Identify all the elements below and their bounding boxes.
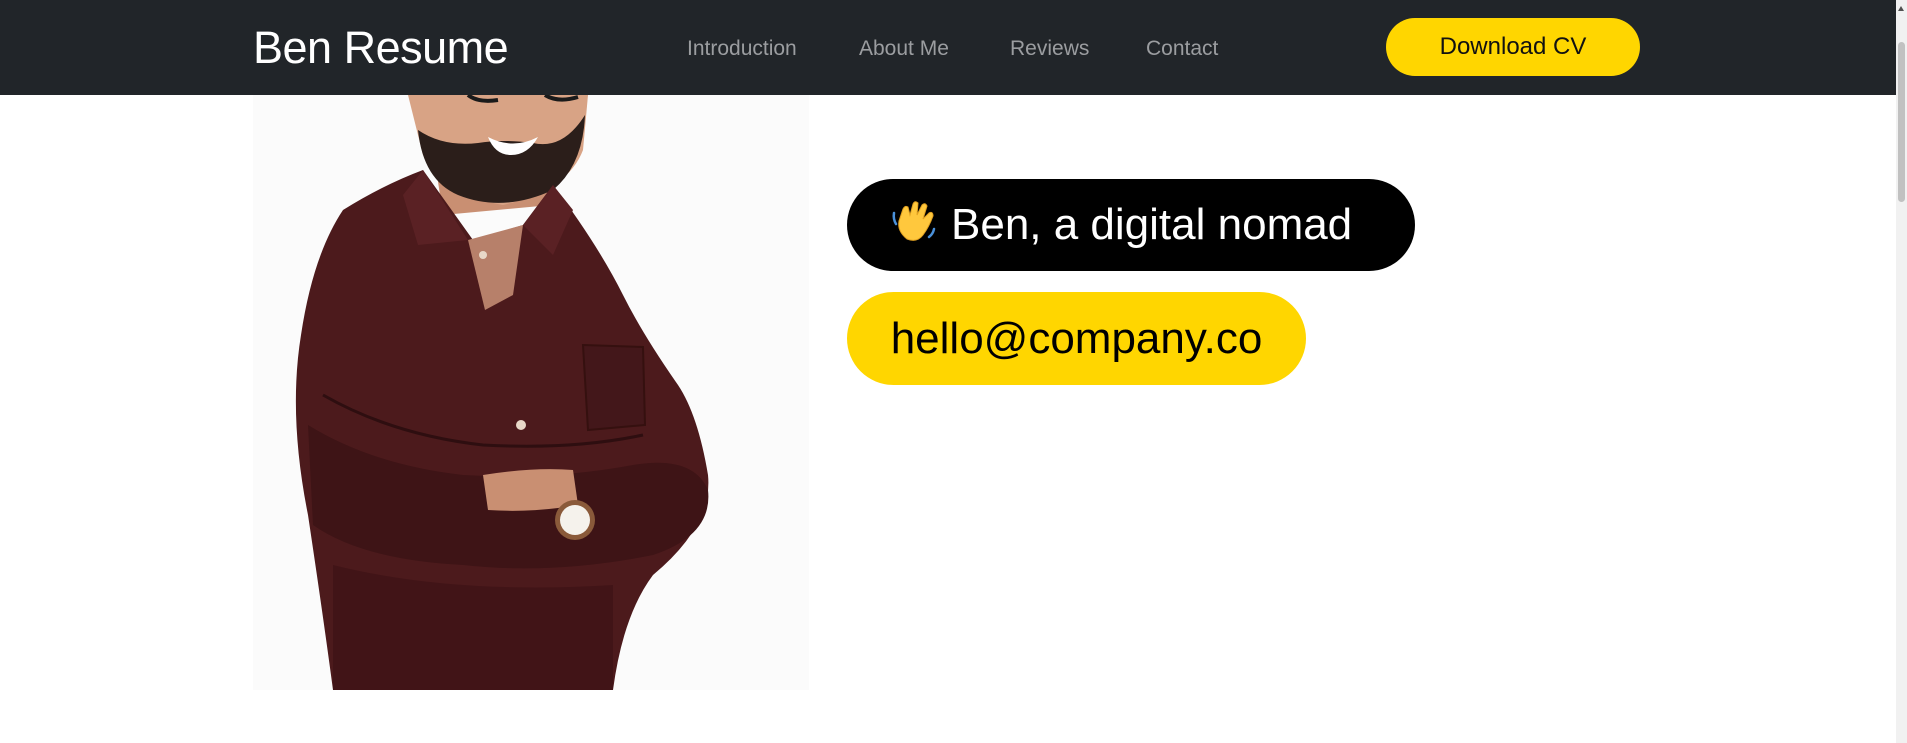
nav-link-about-me[interactable]: About Me <box>859 36 949 62</box>
navbar: Ben Resume Introduction About Me Reviews… <box>0 0 1896 95</box>
download-cv-button[interactable]: Download CV <box>1386 18 1640 76</box>
waving-hand-icon <box>892 201 936 241</box>
scroll-up-arrow-icon[interactable] <box>1898 6 1904 11</box>
scrollbar[interactable] <box>1896 0 1907 743</box>
nav-link-reviews[interactable]: Reviews <box>1010 36 1089 62</box>
greeting-text: Ben, a digital nomad <box>951 200 1353 249</box>
nav-link-contact[interactable]: Contact <box>1146 36 1218 62</box>
email-link[interactable]: hello@company.co <box>847 292 1306 385</box>
greeting-pill: Ben, a digital nomad <box>847 179 1415 271</box>
scrollbar-thumb[interactable] <box>1898 42 1905 202</box>
man-portrait-illustration <box>295 95 709 690</box>
brand-logo[interactable]: Ben Resume <box>253 22 509 74</box>
profile-photo <box>253 95 809 690</box>
nav-link-introduction[interactable]: Introduction <box>687 36 797 62</box>
